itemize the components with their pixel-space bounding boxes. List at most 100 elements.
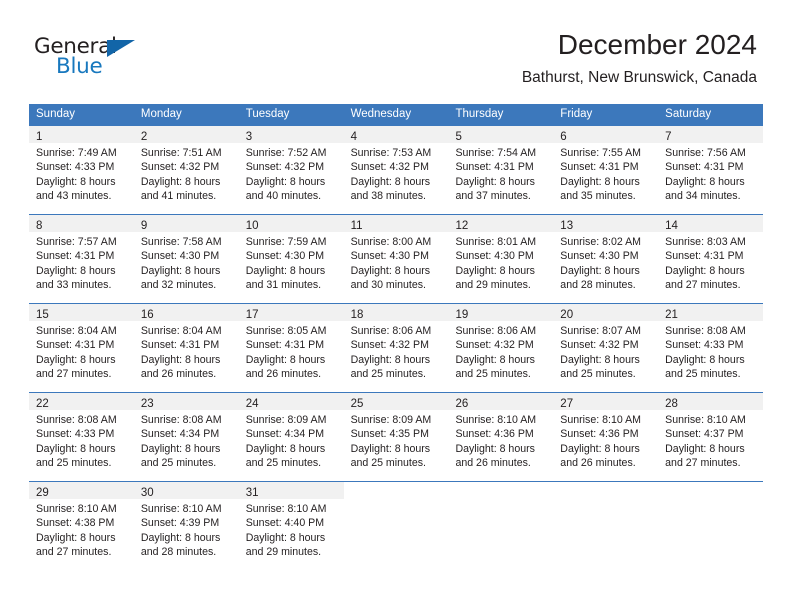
week-row: 8 Sunrise: 7:57 AM Sunset: 4:31 PM Dayli… [29,214,764,303]
day-cell[interactable]: 31 Sunrise: 8:10 AM Sunset: 4:40 PM Dayl… [238,482,344,570]
daylight-text-line2: and 25 minutes. [245,457,322,470]
day-number-band: 3 [238,126,344,143]
day-cell[interactable]: 10 Sunrise: 7:59 AM Sunset: 4:30 PM Dayl… [238,215,344,303]
page-subtitle: Bathurst, New Brunswick, Canada [521,68,757,86]
daylight-text-line2: and 41 minutes. [140,190,217,203]
sunrise-text: Sunrise: 7:55 AM [560,147,641,159]
day-details: Sunrise: 8:10 AM Sunset: 4:40 PM Dayligh… [239,499,344,560]
day-details: Sunrise: 8:00 AM Sunset: 4:30 PM Dayligh… [344,232,449,293]
daylight-text-line2: and 29 minutes. [245,546,322,559]
sunset-text: Sunset: 4:31 PM [36,339,115,352]
day-cell[interactable]: 16 Sunrise: 8:04 AM Sunset: 4:31 PM Dayl… [133,304,239,392]
day-number: 1 [36,131,43,143]
daylight-text-line2: and 25 minutes. [36,457,112,470]
day-cell[interactable]: 13 Sunrise: 8:02 AM Sunset: 4:30 PM Dayl… [553,215,659,303]
day-cell[interactable]: 27 Sunrise: 8:10 AM Sunset: 4:36 PM Dayl… [553,393,659,481]
sunrise-text: Sunrise: 8:04 AM [36,325,117,337]
day-cell[interactable]: 21 Sunrise: 8:08 AM Sunset: 4:33 PM Dayl… [658,304,764,392]
sunset-text: Sunset: 4:33 PM [665,339,744,352]
sunset-text: Sunset: 4:32 PM [245,161,325,174]
sunrise-text: Sunrise: 8:10 AM [560,414,641,426]
day-cell[interactable]: 4 Sunrise: 7:53 AM Sunset: 4:32 PM Dayli… [343,126,449,214]
daylight-text-line1: Daylight: 8 hours [665,264,745,277]
day-number-band: 2 [133,126,239,143]
daylight-text-line2: and 43 minutes. [36,190,112,203]
daylight-text-line2: and 28 minutes. [140,546,217,559]
sunrise-text: Sunrise: 8:06 AM [350,325,432,337]
sunrise-text: Sunrise: 8:04 AM [140,325,222,337]
day-cell[interactable]: 19 Sunrise: 8:06 AM Sunset: 4:32 PM Dayl… [448,304,554,392]
day-cell[interactable]: 5 Sunrise: 7:54 AM Sunset: 4:31 PM Dayli… [448,126,554,214]
daylight-text-line2: and 40 minutes. [245,190,322,203]
day-details: Sunrise: 7:56 AM Sunset: 4:31 PM Dayligh… [658,143,763,204]
day-details: Sunrise: 8:04 AM Sunset: 4:31 PM Dayligh… [134,321,239,382]
day-cell[interactable]: 1 Sunrise: 7:49 AM Sunset: 4:33 PM Dayli… [29,126,134,214]
daylight-text-line1: Daylight: 8 hours [36,264,116,277]
sunset-text: Sunset: 4:31 PM [36,250,115,263]
sunrise-text: Sunrise: 7:59 AM [245,236,327,248]
day-cell[interactable]: 18 Sunrise: 8:06 AM Sunset: 4:32 PM Dayl… [343,304,449,392]
day-cell[interactable]: 6 Sunrise: 7:55 AM Sunset: 4:31 PM Dayli… [553,126,659,214]
sunset-text: Sunset: 4:31 PM [140,339,220,352]
daylight-text-line2: and 29 minutes. [455,279,531,292]
day-cell[interactable]: 9 Sunrise: 7:58 AM Sunset: 4:30 PM Dayli… [133,215,239,303]
sunset-text: Sunset: 4:30 PM [455,250,534,263]
day-details: Sunrise: 7:52 AM Sunset: 4:32 PM Dayligh… [239,143,344,204]
sunset-text: Sunset: 4:33 PM [36,161,115,174]
day-cell[interactable]: 26 Sunrise: 8:10 AM Sunset: 4:36 PM Dayl… [448,393,554,481]
sunrise-text: Sunrise: 8:02 AM [560,236,641,248]
sunset-text: Sunset: 4:37 PM [665,428,744,441]
sunrise-text: Sunrise: 8:10 AM [455,414,537,426]
day-number-band: 9 [133,215,239,232]
day-number: 2 [140,131,148,143]
weekday-header-monday: Monday [140,108,182,120]
sunset-text: Sunset: 4:32 PM [140,161,220,174]
day-cell[interactable]: 24 Sunrise: 8:09 AM Sunset: 4:34 PM Dayl… [238,393,344,481]
day-cell[interactable]: 22 Sunrise: 8:08 AM Sunset: 4:33 PM Dayl… [29,393,134,481]
day-cell[interactable]: 20 Sunrise: 8:07 AM Sunset: 4:32 PM Dayl… [553,304,659,392]
sunset-text: Sunset: 4:32 PM [455,339,534,352]
day-number-band: 28 [658,393,764,410]
week-row: 15 Sunrise: 8:04 AM Sunset: 4:31 PM Dayl… [29,303,764,392]
day-cell[interactable]: 29 Sunrise: 8:10 AM Sunset: 4:38 PM Dayl… [29,482,134,570]
day-cell[interactable]: 23 Sunrise: 8:08 AM Sunset: 4:34 PM Dayl… [133,393,239,481]
day-cell[interactable]: 28 Sunrise: 8:10 AM Sunset: 4:37 PM Dayl… [658,393,764,481]
day-cell[interactable]: 3 Sunrise: 7:52 AM Sunset: 4:32 PM Dayli… [238,126,344,214]
day-cell[interactable]: 7 Sunrise: 7:56 AM Sunset: 4:31 PM Dayli… [658,126,764,214]
daylight-text-line1: Daylight: 8 hours [36,175,116,188]
sunset-text: Sunset: 4:38 PM [36,517,115,530]
day-number-band: 14 [658,215,764,232]
day-cell[interactable]: 15 Sunrise: 8:04 AM Sunset: 4:31 PM Dayl… [29,304,134,392]
day-cell[interactable]: 14 Sunrise: 8:03 AM Sunset: 4:31 PM Dayl… [658,215,764,303]
day-number: 10 [245,220,259,232]
sunrise-text: Sunrise: 8:08 AM [140,414,222,426]
sunset-text: Sunset: 4:34 PM [140,428,220,441]
day-number-band: 19 [448,304,554,321]
day-details: Sunrise: 8:10 AM Sunset: 4:38 PM Dayligh… [29,499,134,560]
daylight-text-line1: Daylight: 8 hours [245,442,326,455]
day-number-band [343,482,449,499]
day-number-band: 8 [29,215,134,232]
sunrise-text: Sunrise: 8:00 AM [350,236,432,248]
sunset-text: Sunset: 4:33 PM [36,428,115,441]
weekday-header-row: Sunday Monday Tuesday Wednesday Thursday… [29,104,763,125]
day-cell[interactable]: 2 Sunrise: 7:51 AM Sunset: 4:32 PM Dayli… [133,126,239,214]
day-number-band: 4 [343,126,449,143]
day-cell[interactable]: 17 Sunrise: 8:05 AM Sunset: 4:31 PM Dayl… [238,304,344,392]
weekday-header-sunday: Sunday [36,108,76,120]
sunset-text: Sunset: 4:31 PM [665,250,744,263]
day-number: 27 [560,398,574,410]
day-cell[interactable]: 8 Sunrise: 7:57 AM Sunset: 4:31 PM Dayli… [29,215,134,303]
day-details: Sunrise: 8:02 AM Sunset: 4:30 PM Dayligh… [553,232,658,293]
day-cell[interactable]: 12 Sunrise: 8:01 AM Sunset: 4:30 PM Dayl… [448,215,554,303]
daylight-text-line2: and 27 minutes. [36,546,112,559]
day-details: Sunrise: 8:09 AM Sunset: 4:35 PM Dayligh… [344,410,449,471]
sunrise-text: Sunrise: 7:57 AM [36,236,117,248]
day-details: Sunrise: 7:54 AM Sunset: 4:31 PM Dayligh… [448,143,553,204]
daylight-text-line1: Daylight: 8 hours [455,264,535,277]
day-cell[interactable]: 30 Sunrise: 8:10 AM Sunset: 4:39 PM Dayl… [133,482,239,570]
daylight-text-line1: Daylight: 8 hours [560,442,640,455]
day-cell[interactable]: 11 Sunrise: 8:00 AM Sunset: 4:30 PM Dayl… [343,215,449,303]
day-number: 22 [36,398,49,410]
day-cell[interactable]: 25 Sunrise: 8:09 AM Sunset: 4:35 PM Dayl… [343,393,449,481]
